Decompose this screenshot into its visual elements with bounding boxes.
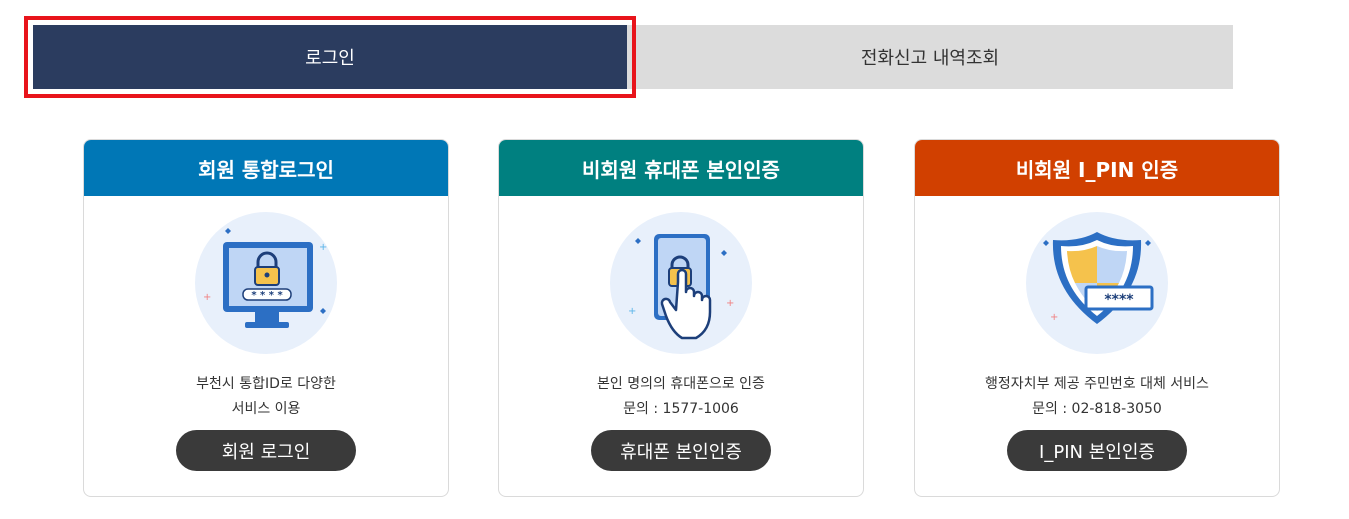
phone-auth-card-title: 비회원 휴대폰 본인인증 <box>499 140 863 196</box>
ipin-auth-card-title: 비회원 I_PIN 인증 <box>915 140 1279 196</box>
svg-text:+: + <box>319 242 327 253</box>
svg-text:+: + <box>628 306 636 317</box>
password-mask-text: * * * * <box>251 290 283 301</box>
shield-password-icon: **** + <box>1024 210 1170 356</box>
phone-auth-card: 비회원 휴대폰 본인인증 + + 본인 명의의 휴대폰으로 인증 문의 : 15… <box>498 139 864 497</box>
member-login-description: 부천시 통합ID로 다양한 서비스 이용 <box>196 376 336 417</box>
svg-text:+: + <box>1050 312 1058 323</box>
phone-auth-button[interactable]: 휴대폰 본인인증 <box>591 430 771 471</box>
phone-touch-lock-icon: + + <box>608 210 754 356</box>
member-login-card: 회원 통합로그인 * * * * + + 부천시 통합ID로 다양한 서비스 이… <box>83 139 449 497</box>
tab-call-report-history[interactable]: 전화신고 내역조회 <box>627 25 1233 89</box>
phone-auth-description: 본인 명의의 휴대폰으로 인증 문의 : 1577-1006 <box>597 376 765 417</box>
ipin-auth-card: 비회원 I_PIN 인증 **** + 행정자치부 제공 주민번호 대체 서비스… <box>914 139 1280 497</box>
ipin-auth-button[interactable]: I_PIN 본인인증 <box>1007 430 1187 471</box>
tab-login[interactable]: 로그인 <box>24 16 636 98</box>
ipin-auth-description: 행정자치부 제공 주민번호 대체 서비스 문의 : 02-818-3050 <box>985 376 1209 417</box>
ipin-password-mask-text: **** <box>1104 292 1134 308</box>
member-login-button[interactable]: 회원 로그인 <box>176 430 356 471</box>
member-login-card-title: 회원 통합로그인 <box>84 140 448 196</box>
tab-bar: 로그인 전화신고 내역조회 <box>24 16 1233 98</box>
svg-text:+: + <box>203 292 211 303</box>
monitor-lock-icon: * * * * + + <box>193 210 339 356</box>
svg-text:+: + <box>726 298 734 309</box>
